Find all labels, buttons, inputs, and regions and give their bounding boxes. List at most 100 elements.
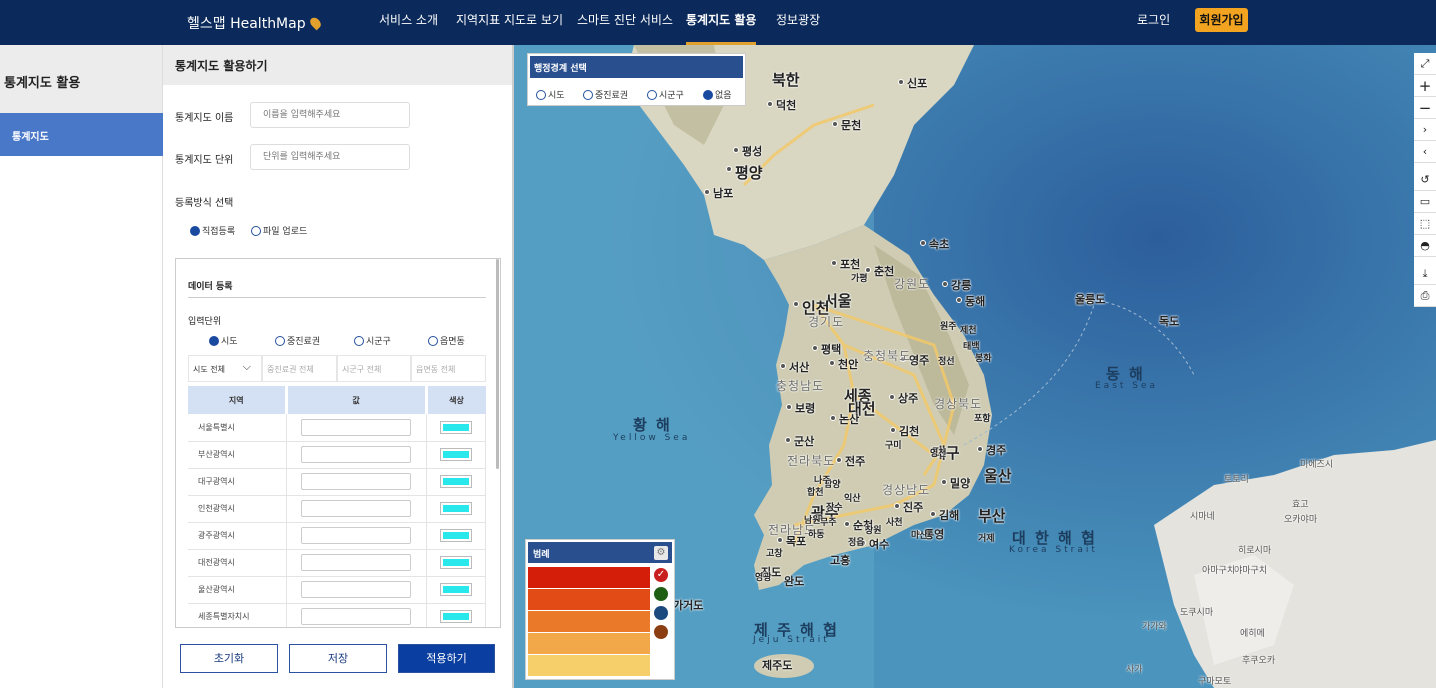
map-label: 경상남도 xyxy=(882,483,931,497)
city-dot xyxy=(830,415,836,421)
value-cell xyxy=(286,468,427,496)
map-label: 합천 xyxy=(807,488,824,498)
col-value: 값 xyxy=(286,386,428,414)
color-swatch[interactable] xyxy=(439,610,472,623)
city-dot xyxy=(889,394,895,400)
color-swatch[interactable] xyxy=(439,448,472,461)
apply-button[interactable]: 적용하기 xyxy=(398,644,495,673)
zoom-in-icon[interactable]: + xyxy=(1414,75,1436,97)
sidebar-item-stat-map[interactable]: 통계지도 xyxy=(0,113,163,156)
map-label: 평양 xyxy=(735,164,763,182)
unit-radio-sigungu[interactable]: 시군구 xyxy=(354,334,391,347)
value-input[interactable] xyxy=(301,418,411,436)
color-swatch[interactable] xyxy=(439,583,472,596)
value-cell xyxy=(286,576,427,604)
zoom-out-icon[interactable]: − xyxy=(1414,97,1436,119)
map-label: 정읍 xyxy=(848,538,865,548)
value-input[interactable] xyxy=(301,473,411,490)
prev-icon[interactable]: ‹ xyxy=(1414,141,1436,163)
map-label: 충청남도 xyxy=(776,379,825,393)
menu-stat-map[interactable]: 통계지도 활용 xyxy=(686,0,757,45)
value-input[interactable] xyxy=(301,581,411,598)
menu-info-plaza[interactable]: 정보광장 xyxy=(776,0,820,45)
select-medical-area[interactable]: 중진료권 전체 xyxy=(262,355,337,382)
legend-title: 범례 ⚙ xyxy=(528,542,672,563)
color-swatch[interactable] xyxy=(439,502,472,515)
value-cell xyxy=(286,603,427,627)
table-row: 서울특별시 xyxy=(188,414,486,442)
map-label: 충청북도 xyxy=(863,349,912,363)
download-icon[interactable]: ⤓ xyxy=(1414,263,1436,285)
logo[interactable]: 헬스맵 HealthMap xyxy=(187,13,323,33)
legend-color-option[interactable] xyxy=(654,587,668,601)
map-label: 독도 xyxy=(1159,315,1180,328)
menu-smart-diagnosis[interactable]: 스마트 진단 서비스 xyxy=(577,0,673,45)
save-button[interactable]: 저장 xyxy=(289,644,387,673)
select-eupmyeondong[interactable]: 읍면동 전체 xyxy=(411,355,486,382)
legend-color-option[interactable] xyxy=(654,606,668,620)
color-cell xyxy=(426,468,486,496)
map-label: 토토리 xyxy=(1224,475,1249,485)
legend-color-selected-icon[interactable]: ✓ xyxy=(654,568,668,582)
radius-icon[interactable]: ◓ xyxy=(1414,235,1436,257)
map-label: 김해 xyxy=(939,509,960,522)
menu-region-map[interactable]: 지역지표 지도로 보기 xyxy=(456,0,563,45)
map-label: 울산 xyxy=(984,467,1012,485)
value-input[interactable] xyxy=(301,608,411,625)
region-cell: 대구광역시 xyxy=(188,468,287,496)
gear-icon[interactable]: ⚙ xyxy=(654,546,668,560)
color-cell xyxy=(426,495,486,523)
table-row: 인천광역시 xyxy=(188,495,486,523)
data-title: 데이터 등록 xyxy=(188,282,233,292)
select-sigungu[interactable]: 시군구 전체 xyxy=(337,355,411,382)
area-icon[interactable]: ⬚ xyxy=(1414,213,1436,235)
color-cell xyxy=(426,576,486,604)
map-label: 미에즈시 xyxy=(1300,460,1334,470)
value-input[interactable] xyxy=(301,500,411,517)
color-swatch[interactable] xyxy=(439,475,472,488)
map-label: 고창 xyxy=(766,549,783,559)
scrollbar[interactable] xyxy=(496,259,499,469)
chevron-down-icon: ⌵ xyxy=(242,360,251,373)
color-swatch[interactable] xyxy=(439,529,472,542)
color-swatch[interactable] xyxy=(439,556,472,569)
unit-radio-eupmyeondong[interactable]: 읍면동 xyxy=(428,334,465,347)
reset-button[interactable]: 초기화 xyxy=(180,644,278,673)
login-link[interactable]: 로그인 xyxy=(1137,0,1170,41)
legend-color-option[interactable] xyxy=(654,625,668,639)
boundary-radio-sido[interactable]: 시도 xyxy=(536,88,565,101)
unit-radio-medical-area[interactable]: 중진료권 xyxy=(275,334,320,347)
map-label: 효고 xyxy=(1292,500,1309,510)
radio-file-upload[interactable]: 파일 업로드 xyxy=(251,224,307,237)
menu-service-intro[interactable]: 서비스 소개 xyxy=(379,0,438,45)
unit-radio-sido[interactable]: 시도 xyxy=(209,334,238,347)
reset-icon[interactable]: ↺ xyxy=(1414,169,1436,191)
next-icon[interactable]: › xyxy=(1414,119,1436,141)
boundary-radio-none[interactable]: 없음 xyxy=(703,88,732,101)
name-input[interactable] xyxy=(250,102,410,128)
value-input[interactable] xyxy=(301,446,411,463)
value-input[interactable] xyxy=(301,527,411,544)
map-label: 군산 xyxy=(794,435,815,448)
unit-input[interactable] xyxy=(250,144,410,170)
value-input[interactable] xyxy=(301,554,411,571)
boundary-radio-medical-area[interactable]: 중진료권 xyxy=(583,88,628,101)
city-dot xyxy=(704,189,710,195)
select-sido[interactable]: 시도 전체 ⌵ xyxy=(188,355,262,382)
radio-checked-icon xyxy=(209,336,219,346)
fullscreen-icon[interactable]: ⤢ xyxy=(1414,53,1436,75)
map-label: 거제 xyxy=(978,534,995,544)
color-swatch[interactable] xyxy=(439,420,472,434)
map-label: 창원 xyxy=(865,526,882,536)
map-label: 제천 xyxy=(960,326,977,336)
print-icon[interactable]: ⎙ xyxy=(1414,285,1436,307)
boundary-radio-sigungu[interactable]: 시군구 xyxy=(647,88,684,101)
radio-direct[interactable]: 직접등록 xyxy=(190,224,235,237)
legend-box: 범례 ⚙ ✓ xyxy=(525,539,675,680)
city-dot xyxy=(780,363,786,369)
ruler-icon[interactable]: ▭ xyxy=(1414,191,1436,213)
city-dot xyxy=(812,345,818,351)
join-button[interactable]: 회원가입 xyxy=(1195,8,1248,32)
map-label: 에히메 xyxy=(1240,629,1265,639)
map-label: 아마구치 xyxy=(1202,566,1236,576)
